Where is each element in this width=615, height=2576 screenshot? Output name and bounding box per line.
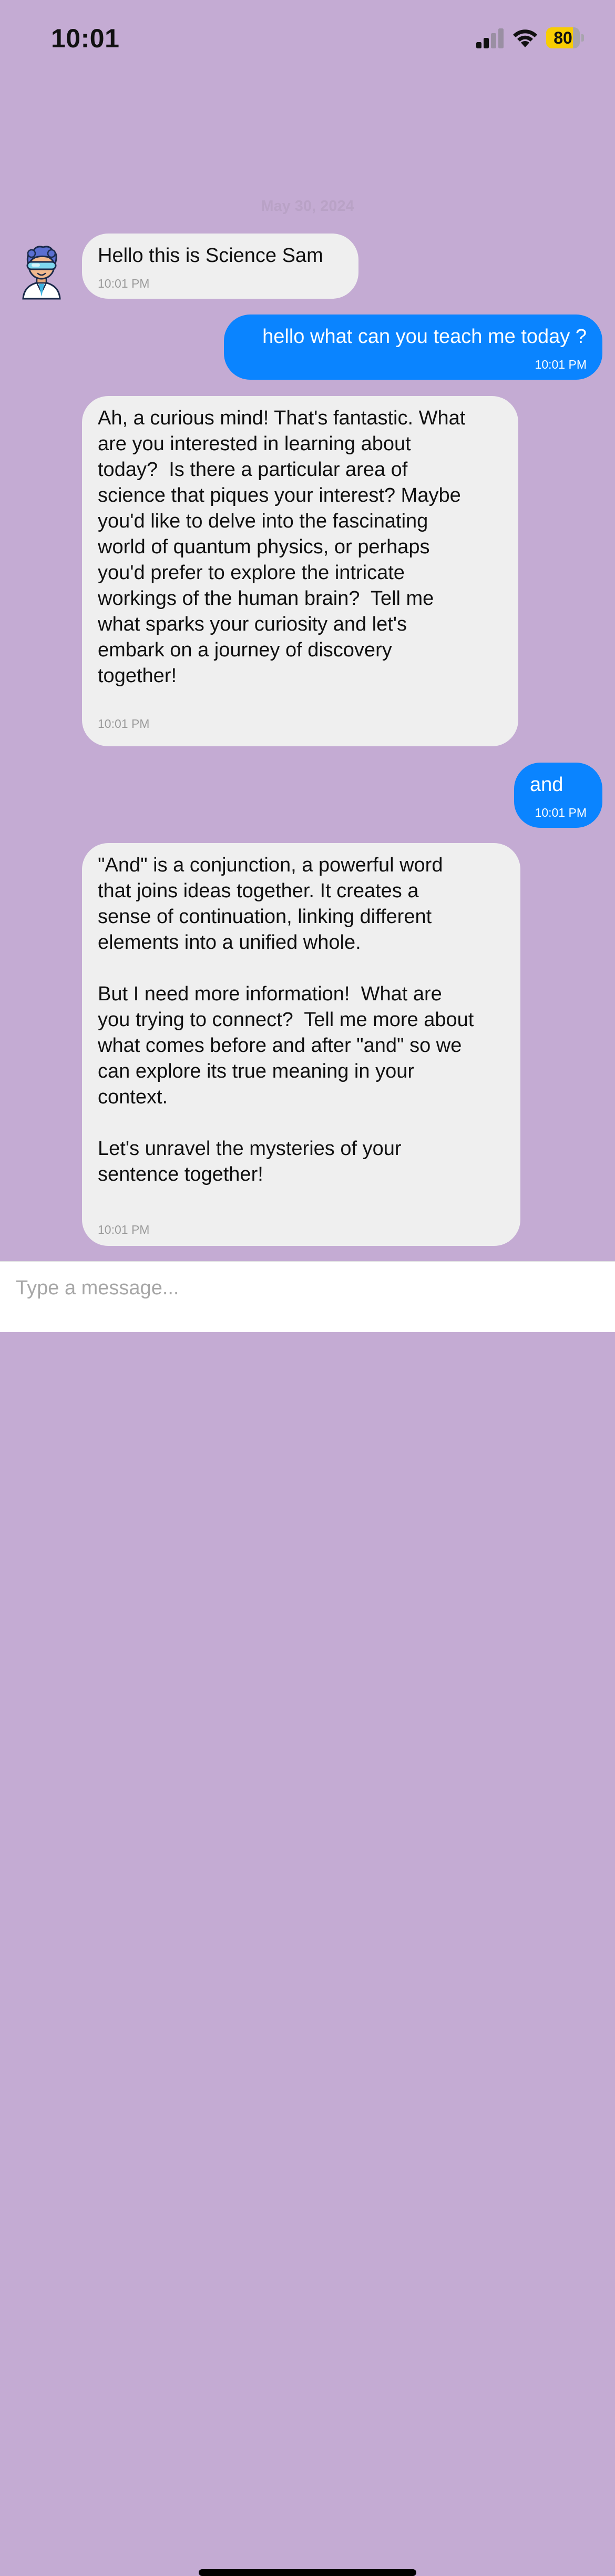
message-text: Ah, a curious mind! That's fantastic. Wh…	[98, 407, 466, 687]
message-timestamp: 10:01 PM	[98, 717, 150, 731]
message-bubble-incoming[interactable]: "And" is a conjunction, a powerful word …	[82, 843, 520, 1246]
message-text: hello what can you teach me today ?	[262, 326, 587, 348]
message-text: Hello this is Science Sam	[98, 245, 323, 267]
message-bubble-incoming[interactable]: Hello this is Science Sam 10:01 PM	[82, 234, 358, 299]
cellular-signal-icon	[476, 28, 504, 48]
battery-level: 80	[554, 28, 572, 47]
message-composer	[0, 1261, 615, 2576]
date-divider: May 30, 2024	[261, 198, 354, 215]
message-bubble-incoming[interactable]: Ah, a curious mind! That's fantastic. Wh…	[82, 396, 518, 746]
message-timestamp: 10:01 PM	[98, 1223, 150, 1236]
message-bubble-outgoing[interactable]: and 10:01 PM	[514, 763, 602, 828]
message-text: "And" is a conjunction, a powerful word …	[98, 854, 474, 1185]
message-text: and	[530, 774, 563, 796]
battery-nub	[581, 34, 584, 42]
status-bar: 10:01 80	[0, 0, 615, 79]
scientist-avatar-icon	[22, 246, 61, 300]
home-indicator[interactable]	[199, 2569, 416, 2576]
message-timestamp: 10:01 PM	[535, 358, 587, 371]
message-bubble-outgoing[interactable]: hello what can you teach me today ? 10:0…	[224, 315, 602, 380]
message-timestamp: 10:01 PM	[98, 277, 150, 290]
battery-icon: 80	[546, 27, 584, 48]
message-timestamp: 10:01 PM	[535, 806, 587, 819]
status-time: 10:01	[51, 24, 120, 53]
battery-body: 80	[546, 27, 580, 48]
message-input[interactable]	[16, 1273, 594, 1303]
wifi-icon	[513, 29, 537, 47]
